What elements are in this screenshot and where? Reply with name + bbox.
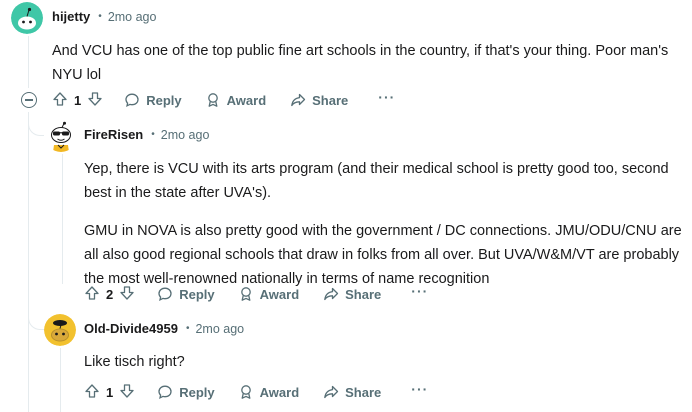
- vote-count: 1: [74, 92, 82, 108]
- share-label: Share: [345, 384, 382, 400]
- upvote-icon[interactable]: [84, 285, 100, 304]
- collapse-button[interactable]: [21, 92, 37, 108]
- vote-group: 1: [84, 383, 135, 402]
- reply-label: Reply: [179, 384, 215, 400]
- author-name[interactable]: hijetty: [52, 9, 90, 24]
- comment-header: FireRisen • 2mo ago: [84, 127, 209, 142]
- avatar[interactable]: [44, 314, 76, 346]
- comment-body: And VCU has one of the top public fine a…: [52, 39, 684, 87]
- comment-actions: 1 Reply Award Share ···: [52, 89, 395, 110]
- author-name[interactable]: FireRisen: [84, 127, 143, 142]
- comment-bubble-icon: [158, 287, 172, 301]
- comment-body: Like tisch right?: [84, 350, 684, 374]
- thread-line-main-lower[interactable]: [28, 112, 29, 412]
- avatar[interactable]: [11, 2, 43, 34]
- award-button[interactable]: Award: [238, 286, 300, 302]
- thread-line-main[interactable]: [28, 36, 29, 88]
- downvote-icon[interactable]: [119, 285, 135, 304]
- comment-bubble-icon: [158, 385, 172, 399]
- comment-paragraph: And VCU has one of the top public fine a…: [52, 43, 669, 83]
- upvote-icon[interactable]: [52, 91, 68, 110]
- separator-dot: •: [185, 323, 190, 334]
- comment-bubble-icon: [125, 93, 139, 107]
- share-label: Share: [345, 286, 382, 302]
- thread-curve-old-divide: [28, 314, 44, 330]
- thread-line-old-divide[interactable]: [60, 348, 61, 412]
- thread-line-firerisen[interactable]: [62, 154, 63, 284]
- share-icon: [324, 385, 339, 399]
- avatar[interactable]: [45, 120, 77, 152]
- comment-actions: 1 Reply Award Share ···: [84, 381, 428, 402]
- more-options-button[interactable]: ···: [411, 381, 428, 397]
- snoo-sunglasses-icon: [45, 120, 77, 152]
- comment-body: Yep, there is VCU with its arts program …: [84, 157, 684, 291]
- timestamp[interactable]: 2mo ago: [195, 322, 244, 336]
- thread-curve-firerisen: [28, 120, 44, 136]
- vote-group: 1: [52, 91, 103, 110]
- comment-header: Old-Divide4959 • 2mo ago: [84, 321, 244, 336]
- award-button[interactable]: Award: [238, 384, 300, 400]
- snoo-yellow-icon: [44, 314, 76, 346]
- minus-icon: [25, 99, 33, 101]
- award-label: Award: [259, 384, 300, 400]
- reply-label: Reply: [179, 286, 215, 302]
- reply-button[interactable]: Reply: [124, 92, 182, 108]
- reply-button[interactable]: Reply: [157, 384, 215, 400]
- comment-paragraph: Yep, there is VCU with its arts program …: [84, 161, 669, 201]
- share-label: Share: [312, 92, 349, 108]
- timestamp[interactable]: 2mo ago: [161, 128, 210, 142]
- award-label: Award: [226, 92, 267, 108]
- share-button[interactable]: Share: [323, 384, 381, 400]
- comment-actions: 2 Reply Award Share ···: [84, 283, 428, 304]
- comment-paragraph: GMU in NOVA is also pretty good with the…: [84, 223, 682, 287]
- award-icon: [240, 287, 251, 301]
- vote-count: 1: [106, 384, 114, 400]
- separator-dot: •: [151, 129, 155, 140]
- author-name[interactable]: Old-Divide4959: [84, 321, 178, 336]
- upvote-icon[interactable]: [84, 383, 100, 402]
- share-button[interactable]: Share: [323, 286, 381, 302]
- more-options-button[interactable]: ···: [411, 283, 428, 299]
- reply-button[interactable]: Reply: [157, 286, 215, 302]
- comment-header: hijetty • 2mo ago: [52, 9, 156, 24]
- timestamp[interactable]: 2mo ago: [108, 10, 157, 24]
- award-icon: [240, 385, 251, 399]
- downvote-icon[interactable]: [87, 91, 103, 110]
- snoo-teal-icon: [11, 2, 43, 34]
- more-options-button[interactable]: ···: [378, 89, 395, 105]
- award-label: Award: [259, 286, 300, 302]
- reply-label: Reply: [146, 92, 182, 108]
- downvote-icon[interactable]: [119, 383, 135, 402]
- award-button[interactable]: Award: [205, 92, 267, 108]
- comment-paragraph: Like tisch right?: [84, 354, 185, 370]
- share-icon: [324, 287, 339, 301]
- award-icon: [207, 93, 218, 107]
- share-button[interactable]: Share: [290, 92, 348, 108]
- separator-dot: •: [98, 11, 102, 22]
- vote-group: 2: [84, 285, 135, 304]
- share-icon: [291, 93, 306, 107]
- vote-count: 2: [106, 286, 114, 302]
